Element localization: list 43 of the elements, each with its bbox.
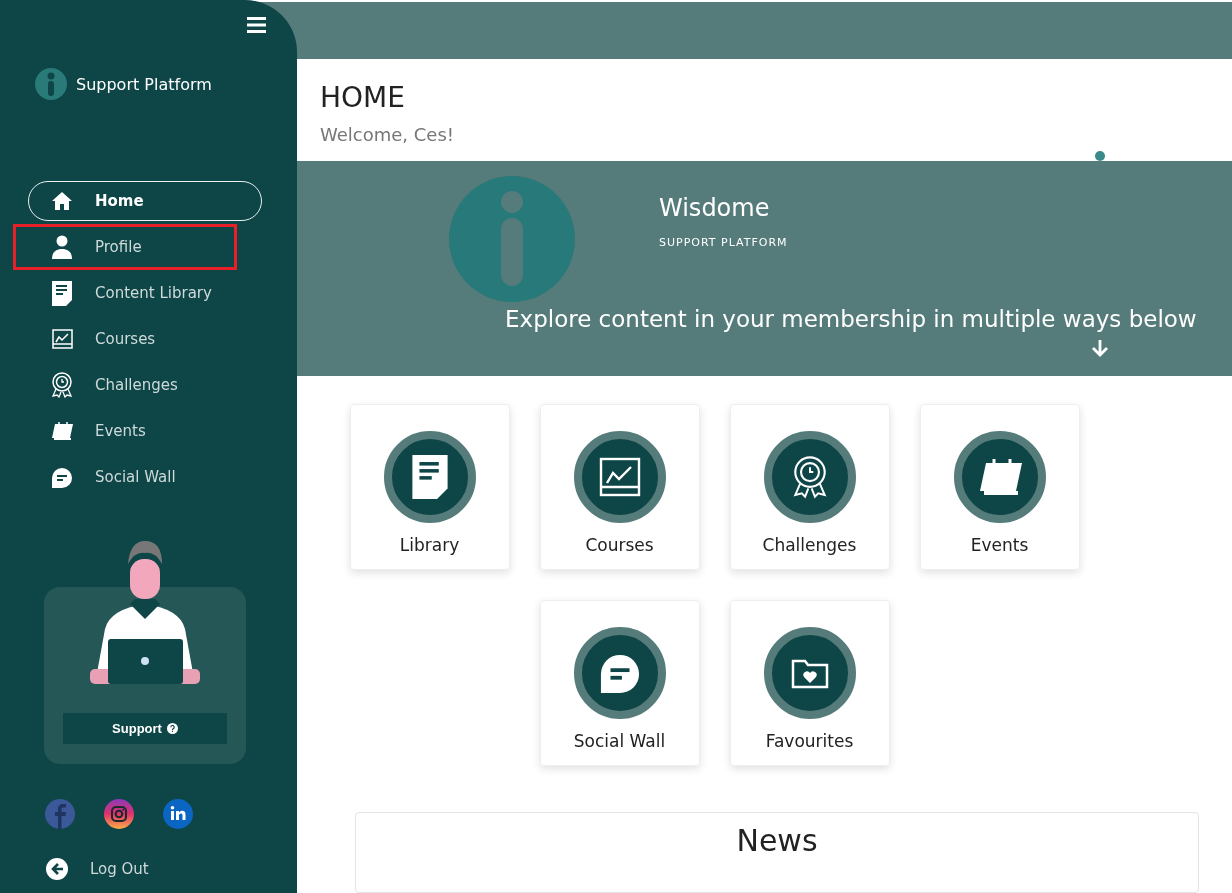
category-tile[interactable]: Events <box>919 404 1080 571</box>
banner-subtitle: SUPPORT PLATFORM <box>659 236 788 250</box>
category-tile[interactable]: Courses <box>539 404 700 571</box>
whiteboard-icon <box>51 329 73 349</box>
category-tile[interactable]: Favourites <box>729 600 890 767</box>
chat-icon <box>51 466 73 488</box>
award-icon <box>51 372 73 398</box>
banner-title: Wisdome <box>659 194 771 223</box>
person-icon <box>51 235 73 259</box>
document-icon <box>52 280 72 306</box>
welcome-text: Welcome, Ces! <box>320 124 455 146</box>
nav-item[interactable]: Content Library <box>28 273 262 313</box>
menu-icon[interactable] <box>247 17 266 33</box>
nav-item[interactable]: Profile <box>16 227 234 267</box>
category-tile[interactable]: Challenges <box>729 404 890 571</box>
document-icon <box>410 455 449 500</box>
linkedin-icon[interactable] <box>163 799 193 829</box>
folder-heart-icon <box>790 657 829 690</box>
logo-icon <box>35 68 67 100</box>
nav-item[interactable]: Courses <box>28 319 262 359</box>
category-tile[interactable]: Library <box>349 404 510 571</box>
calendar-icon <box>51 421 73 441</box>
down-arrow-icon <box>1090 338 1110 359</box>
help-icon <box>166 723 178 734</box>
news-title: News <box>735 823 819 859</box>
support-button[interactable]: Support <box>63 713 227 744</box>
logout-link[interactable]: Log Out <box>0 829 297 880</box>
page-title: HOME <box>320 81 406 115</box>
nav-item[interactable]: Social Wall <box>28 457 262 497</box>
chat-icon <box>598 653 641 694</box>
calendar-icon <box>977 457 1022 498</box>
award-icon <box>791 455 828 500</box>
whiteboard-icon <box>598 457 641 498</box>
nav-item[interactable]: Events <box>28 411 262 451</box>
logo-icon <box>449 176 575 303</box>
instagram-icon[interactable] <box>104 799 134 829</box>
home-icon <box>51 191 73 211</box>
banner-tagline: Explore content in your membership in multiple ways below <box>504 306 1198 333</box>
category-tile[interactable]: Social Wall <box>539 600 700 767</box>
nav-item[interactable]: Challenges <box>28 365 262 405</box>
logout-icon <box>46 858 68 880</box>
brand-name: Support Platform <box>76 74 212 94</box>
indicator-dot <box>1095 151 1105 162</box>
